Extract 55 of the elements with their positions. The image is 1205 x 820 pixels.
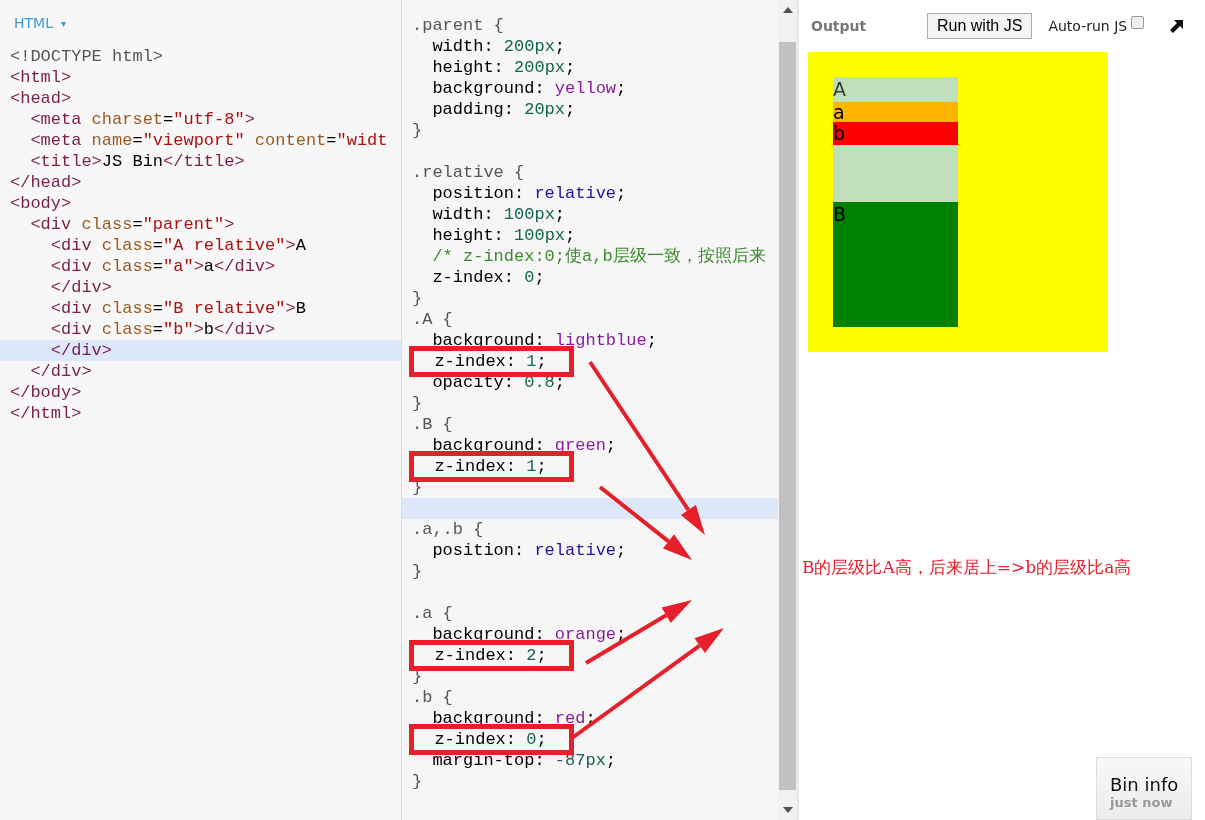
code-line: <div class="b">b</div> <box>49 319 277 340</box>
autorun-checkbox[interactable] <box>1131 15 1145 29</box>
code-line: .relative { <box>411 162 526 183</box>
code-line: </body> <box>9 382 83 403</box>
code-line: <div class="B relative">B <box>49 298 307 319</box>
code-line: position: relative; <box>431 183 628 204</box>
code-line: .parent { <box>411 15 505 36</box>
preview-label: a <box>833 102 845 122</box>
code-line: } <box>411 288 424 309</box>
code-line: </div> <box>49 277 114 298</box>
code-line: width: 100px; <box>431 204 567 225</box>
bin-info-button[interactable]: Bin info just now <box>1096 757 1192 820</box>
code-line: background: yellow; <box>431 78 628 99</box>
code-line: <html> <box>9 67 73 88</box>
preview-label: A <box>833 77 846 102</box>
bin-info-time: just now <box>1110 795 1174 810</box>
annotation-text: B的层级比A高，后来居上=>b的层级比a高 <box>802 556 1132 579</box>
scroll-up-icon[interactable] <box>782 7 793 13</box>
output-title: Output <box>811 18 868 34</box>
code-line: .B { <box>411 414 454 435</box>
code-line: <meta charset="utf-8"> <box>29 109 256 130</box>
code-line: .a,.b { <box>411 519 485 540</box>
code-line: <meta name="viewport" content="widt <box>29 130 389 151</box>
run-button[interactable]: Run with JS <box>927 13 1033 39</box>
code-line: } <box>411 120 424 141</box>
code-line: <!DOCTYPE html> <box>9 46 165 67</box>
bin-info-title: Bin info <box>1110 774 1180 795</box>
code-line: z-index: 0; <box>431 267 546 288</box>
code-line: .A { <box>411 309 454 330</box>
code-line: </html> <box>9 403 83 424</box>
code-line: .b { <box>411 687 454 708</box>
preview-label: B <box>833 202 847 227</box>
autorun-label: Auto-run JS <box>1048 18 1128 34</box>
code-line: padding: 20px; <box>431 99 577 120</box>
code-line: </head> <box>9 172 83 193</box>
code-line: <div class="a">a</div> <box>49 256 277 277</box>
code-line: <div class="parent"> <box>29 214 236 235</box>
code-line: .a { <box>411 603 454 624</box>
popout-arrow-icon[interactable] <box>1170 19 1185 33</box>
code-line: <div class="A relative">A <box>49 235 307 256</box>
code-line: <title>JS Bin</title> <box>29 151 246 172</box>
code-line: </div> <box>29 361 93 382</box>
code-line: } <box>411 771 424 792</box>
scroll-down-icon[interactable] <box>782 807 793 813</box>
code-line: /* z-index:0;使a,b层级一致，按照后来 <box>431 246 767 267</box>
scrollbar[interactable] <box>778 0 799 820</box>
code-line: <head> <box>9 88 73 109</box>
code-line: } <box>411 561 424 582</box>
code-line: width: 200px; <box>431 36 567 57</box>
preview-label: b <box>833 122 846 145</box>
code-line: height: 200px; <box>431 57 577 78</box>
code-line: } <box>411 393 424 414</box>
code-line: height: 100px; <box>431 225 577 246</box>
code-line: <body> <box>9 193 73 214</box>
code-line: position: relative; <box>431 540 628 561</box>
